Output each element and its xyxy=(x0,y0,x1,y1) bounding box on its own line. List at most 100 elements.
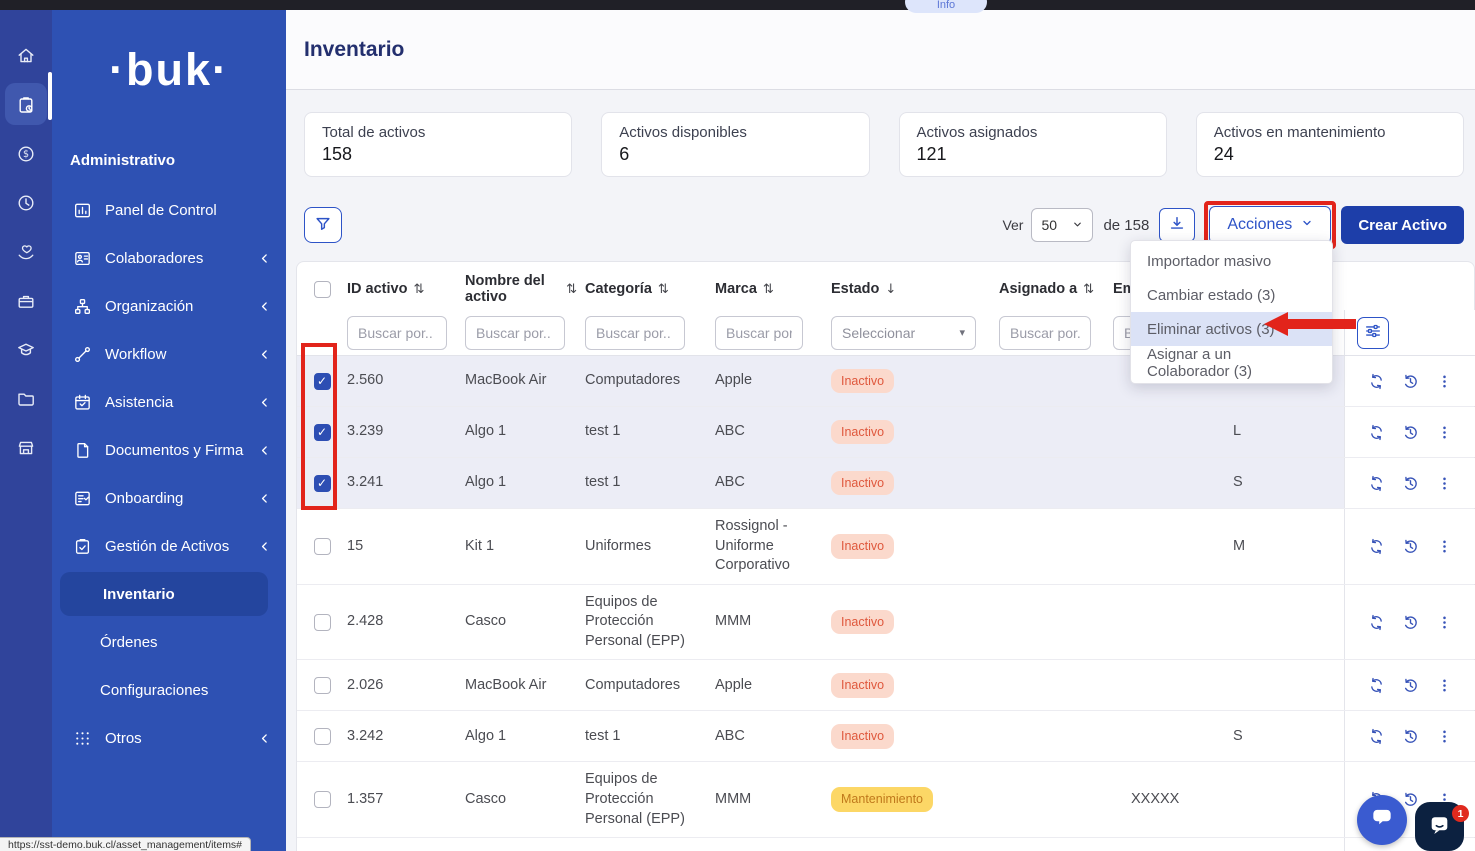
stat-label: Total de activos xyxy=(322,124,554,141)
sidebar-item-asistencia[interactable]: Asistencia xyxy=(52,378,286,426)
sort-icon[interactable]: ⇅ xyxy=(1083,282,1094,297)
history-button[interactable] xyxy=(1402,538,1419,555)
page-size-select[interactable]: 50 xyxy=(1031,208,1093,242)
sidebar-item-organizacion[interactable]: Organización xyxy=(52,282,286,330)
column-header-asignado-a[interactable]: Asignado a⇅ xyxy=(999,281,1113,297)
row-checkbox[interactable] xyxy=(314,475,331,492)
calendar-icon xyxy=(73,393,92,412)
crear-activo-button[interactable]: Crear Activo xyxy=(1341,206,1464,244)
sidebar-item-gestion-de-activos[interactable]: Gestión de Activos xyxy=(52,522,286,570)
row-checkbox[interactable] xyxy=(314,614,331,631)
sort-icon[interactable]: ⇅ xyxy=(566,282,577,297)
row-checkbox[interactable] xyxy=(314,677,331,694)
stat-value: 6 xyxy=(619,144,851,165)
filter-select-estado[interactable]: Seleccionar▾ xyxy=(831,316,976,350)
reassign-button[interactable] xyxy=(1368,728,1385,745)
rail-item-home[interactable] xyxy=(4,31,48,80)
column-header-estado[interactable]: Estado↓ xyxy=(831,281,999,297)
sidebar-item-configuraciones[interactable]: Configuraciones xyxy=(52,666,286,714)
row-menu-button[interactable] xyxy=(1436,728,1453,745)
sort-icon[interactable]: ⇅ xyxy=(763,282,774,297)
cell-talla: M xyxy=(1213,845,1344,851)
reassign-button[interactable] xyxy=(1368,614,1385,631)
sort-icon[interactable]: ⇅ xyxy=(413,282,424,297)
sort-icon[interactable]: ↓ xyxy=(885,282,896,297)
filter-input-nombre-del-activo[interactable] xyxy=(465,316,565,350)
download-button[interactable] xyxy=(1159,208,1195,242)
time-icon xyxy=(16,193,36,213)
reassign-button[interactable] xyxy=(1368,424,1385,441)
reassign-button[interactable] xyxy=(1368,373,1385,390)
history-button[interactable] xyxy=(1402,728,1419,745)
sort-icon[interactable]: ⇅ xyxy=(658,282,669,297)
chat-launcher-button[interactable] xyxy=(1357,795,1407,845)
filter-input-id-activo[interactable] xyxy=(347,316,447,350)
rail-item-benefits[interactable] xyxy=(4,227,48,276)
rail-item-training[interactable] xyxy=(4,325,48,374)
row-menu-button[interactable] xyxy=(1436,677,1453,694)
sidebar-item-inventario[interactable]: Inventario xyxy=(52,570,286,618)
row-menu-button[interactable] xyxy=(1436,614,1453,631)
rail-item-box[interactable] xyxy=(4,276,48,325)
rail-item-folder[interactable] xyxy=(4,374,48,423)
row-menu-button[interactable] xyxy=(1436,373,1453,390)
rail-item-payroll[interactable]: $ xyxy=(4,129,48,178)
column-header-marca[interactable]: Marca⇅ xyxy=(715,281,831,297)
sidebar-item-colaboradores[interactable]: Colaboradores xyxy=(52,234,286,282)
column-settings-button[interactable] xyxy=(1357,317,1389,349)
menu-item-importador-masivo[interactable]: Importador masivo xyxy=(1131,244,1332,278)
status-badge: Inactivo xyxy=(831,534,894,559)
filter-input-marca[interactable] xyxy=(715,316,803,350)
cell-asignado xyxy=(999,538,1113,554)
filter-button[interactable] xyxy=(304,207,342,243)
row-checkbox[interactable] xyxy=(314,424,331,441)
filter-input-asignado-a[interactable] xyxy=(999,316,1091,350)
sidebar-item-panel-de-control[interactable]: Panel de Control xyxy=(52,186,286,234)
filter-input-categoria[interactable] xyxy=(585,316,685,350)
sidebar-item-ordenes[interactable]: Órdenes xyxy=(52,618,286,666)
row-menu-button[interactable] xyxy=(1436,538,1453,555)
cell-estado: Inactivo xyxy=(831,602,999,643)
rail-item-store[interactable] xyxy=(4,423,48,472)
cell-estado: Inactivo xyxy=(831,665,999,706)
row-checkbox[interactable] xyxy=(314,373,331,390)
menu-item-cambiar-estado-3[interactable]: Cambiar estado (3) xyxy=(1131,278,1332,312)
sidebar-item-workflow[interactable]: Workflow xyxy=(52,330,286,378)
rail-item-time[interactable] xyxy=(4,178,48,227)
history-icon xyxy=(1402,475,1419,492)
history-button[interactable] xyxy=(1402,614,1419,631)
reassign-button[interactable] xyxy=(1368,677,1385,694)
column-header-categoria[interactable]: Categoría⇅ xyxy=(585,281,715,297)
history-button[interactable] xyxy=(1402,677,1419,694)
column-header-nombre-del-activo[interactable]: Nombre del activo⇅ xyxy=(465,273,585,305)
sidebar-item-label: Panel de Control xyxy=(105,202,217,219)
reassign-button[interactable] xyxy=(1368,538,1385,555)
table-row: 1.357CascoEquipos de Protección Personal… xyxy=(297,762,1474,838)
rail-item-asset-clipboard[interactable] xyxy=(4,80,48,129)
stat-value: 158 xyxy=(322,144,554,165)
history-button[interactable] xyxy=(1402,373,1419,390)
row-checkbox[interactable] xyxy=(314,728,331,745)
sidebar-item-label: Organización xyxy=(105,298,193,315)
sidebar-item-label: Órdenes xyxy=(100,634,158,651)
row-menu-button[interactable] xyxy=(1436,475,1453,492)
reassign-button[interactable] xyxy=(1368,475,1385,492)
app-window: Info $ ·buk· Administrativo Panel de Con… xyxy=(0,0,1475,851)
column-header-id-activo[interactable]: ID activo⇅ xyxy=(347,281,465,297)
sidebar-item-otros[interactable]: Otros xyxy=(52,714,286,762)
row-checkbox[interactable] xyxy=(314,538,331,555)
row-menu-button[interactable] xyxy=(1436,424,1453,441)
history-button[interactable] xyxy=(1402,475,1419,492)
select-all-checkbox[interactable] xyxy=(314,281,331,298)
history-button[interactable] xyxy=(1402,424,1419,441)
cell-empresa: XXXXX xyxy=(1113,782,1213,818)
kebab-icon xyxy=(1436,614,1453,631)
rail-active-indicator xyxy=(48,72,52,120)
row-checkbox[interactable] xyxy=(314,791,331,808)
panel-icon xyxy=(73,201,92,220)
history-button[interactable] xyxy=(1402,791,1419,808)
sidebar-item-documentos-y-firma[interactable]: Documentos y Firma xyxy=(52,426,286,474)
acciones-button[interactable]: Acciones xyxy=(1209,206,1331,244)
menu-item-asignar-a-un-colaborador-3[interactable]: Asignar a un Colaborador (3) xyxy=(1131,346,1332,380)
sidebar-item-onboarding[interactable]: Onboarding xyxy=(52,474,286,522)
